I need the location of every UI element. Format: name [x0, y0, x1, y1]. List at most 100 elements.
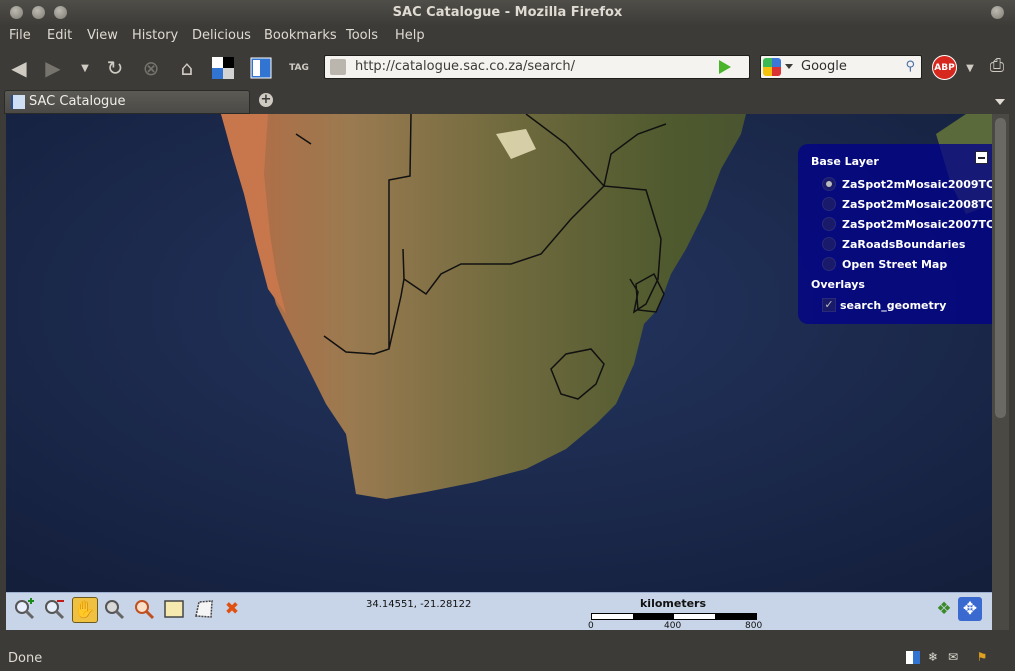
pan-hand-icon: ✋	[74, 600, 96, 620]
radio-button-icon[interactable]	[822, 197, 836, 211]
menu-view[interactable]: View	[87, 28, 118, 43]
search-box[interactable]: Google ⚲	[760, 55, 922, 79]
coordinate-readout: 34.14551, -21.28122	[366, 599, 472, 610]
home-button[interactable]: ⌂	[174, 55, 200, 81]
base-layer-option[interactable]: Open Street Map	[822, 255, 947, 273]
url-bar[interactable]: http://catalogue.sac.co.za/search/	[324, 55, 750, 79]
pan-button[interactable]: ✋	[72, 597, 98, 623]
radio-button-icon[interactable]	[822, 177, 836, 191]
menubar: File Edit View History Delicious Bookmar…	[0, 26, 1015, 48]
bookmarks-sidebar-button[interactable]	[248, 55, 274, 81]
engine-dropdown-icon[interactable]	[785, 64, 793, 69]
overlay-label: search_geometry	[840, 298, 947, 312]
base-layer-option[interactable]: ZaSpot2mMosaic2008TC	[822, 195, 992, 213]
scale-tick: 800	[745, 621, 763, 630]
chevron-down-icon: ▼	[966, 62, 974, 74]
stop-button[interactable]: ⊗	[138, 55, 164, 81]
status-bar: Done	[0, 646, 1015, 671]
window-titlebar: SAC Catalogue - Mozilla Firefox	[0, 0, 1015, 26]
zoom-in-button[interactable]	[12, 597, 36, 621]
tab-bar: SAC Catalogue +	[0, 88, 1015, 114]
back-button[interactable]: ◀	[6, 55, 32, 81]
tab-label: SAC Catalogue	[29, 94, 126, 109]
base-layer-option[interactable]: ZaRoadsBoundaries	[822, 235, 965, 253]
menu-delicious[interactable]: Delicious	[192, 28, 251, 43]
tab-sac-catalogue[interactable]: SAC Catalogue	[4, 90, 250, 114]
base-layer-option[interactable]: ZaSpot2mMosaic2009TC	[822, 175, 992, 193]
snowflake-icon[interactable]: ❄	[926, 651, 940, 664]
radio-button-icon[interactable]	[822, 217, 836, 231]
new-tab-button[interactable]: +	[259, 93, 273, 107]
delicious-button[interactable]	[210, 55, 236, 81]
menu-tools[interactable]: Tools	[346, 28, 378, 43]
zoom-previous-icon	[105, 600, 125, 620]
scale-bar: kilometers 0 400 800	[588, 597, 762, 630]
menu-bookmarks[interactable]: Bookmarks	[264, 28, 337, 43]
search-input[interactable]: Google	[801, 59, 847, 74]
site-identity-icon[interactable]	[330, 59, 346, 75]
abp-dropdown-button[interactable]: ▼	[960, 55, 980, 81]
scale-bar-graphic	[591, 613, 757, 620]
zoom-in-icon	[15, 598, 35, 620]
adblock-plus-icon[interactable]: ABP	[932, 55, 957, 80]
menu-help[interactable]: Help	[395, 28, 425, 43]
radio-button-icon[interactable]	[822, 237, 836, 251]
overlay-option[interactable]: ✓ search_geometry	[822, 296, 946, 314]
sac-flag-icon	[11, 95, 25, 109]
go-icon[interactable]	[719, 60, 731, 74]
zoom-next-icon	[135, 600, 155, 620]
base-layer-heading: Base Layer	[811, 155, 879, 168]
stop-icon: ⊗	[142, 56, 160, 80]
map-toolbar: ✋ ✖ 34.14551, -21.28122 kilometers 0 400…	[6, 592, 992, 630]
zoom-extent-icon: ❖	[936, 599, 952, 619]
tag-icon: TAG	[289, 63, 309, 73]
zoom-to-extent-button[interactable]: ❖	[932, 597, 956, 621]
url-input[interactable]: http://catalogue.sac.co.za/search/	[355, 59, 575, 74]
fullscreen-button[interactable]: ✥	[958, 597, 982, 621]
checkbox-icon[interactable]: ✓	[822, 298, 836, 312]
reload-icon: ↻	[106, 56, 124, 80]
tab-list-icon[interactable]	[995, 99, 1005, 105]
scale-tick: 0	[588, 621, 594, 630]
radio-button-icon[interactable]	[822, 257, 836, 271]
minimize-panel-button[interactable]	[975, 151, 988, 164]
delicious-status-icon[interactable]	[906, 651, 920, 664]
page-scrollbar[interactable]	[992, 114, 1009, 630]
search-icon[interactable]: ⚲	[905, 59, 915, 74]
tag-button[interactable]: TAG	[286, 55, 312, 81]
home-icon: ⌂	[180, 56, 194, 80]
menu-edit[interactable]: Edit	[47, 28, 72, 43]
delicious-icon	[212, 57, 234, 79]
clear-icon: ✖	[224, 599, 240, 619]
scrollbar-thumb[interactable]	[995, 118, 1006, 418]
layer-label: ZaSpot2mMosaic2007TC	[842, 217, 992, 231]
draw-box-button[interactable]	[162, 597, 186, 621]
layer-label: ZaSpot2mMosaic2008TC	[842, 197, 992, 211]
scale-unit: kilometers	[639, 597, 707, 610]
zoom-out-button[interactable]	[42, 597, 66, 621]
print-button[interactable]: ⎙	[984, 52, 1010, 78]
fullscreen-icon: ✥	[962, 599, 978, 619]
addon-status-icon[interactable]: ⚑	[975, 651, 989, 664]
draw-polygon-button[interactable]	[192, 597, 216, 621]
zoom-out-icon	[45, 600, 65, 620]
window-title: SAC Catalogue - Mozilla Firefox	[392, 5, 623, 20]
menu-history[interactable]: History	[132, 28, 178, 43]
overlays-heading: Overlays	[811, 278, 865, 291]
window-extra-button[interactable]	[991, 6, 1004, 19]
base-layer-option[interactable]: ZaSpot2mMosaic2007TC	[822, 215, 992, 233]
clear-button[interactable]: ✖	[220, 597, 244, 621]
printer-icon: ⎙	[989, 54, 1005, 76]
google-engine-icon[interactable]	[763, 58, 781, 76]
layer-switcher: Base Layer ZaSpot2mMosaic2009TC ZaSpot2m…	[798, 144, 992, 324]
layer-label: Open Street Map	[842, 257, 948, 271]
history-dropdown-button[interactable]: ▼	[74, 55, 96, 81]
reload-button[interactable]: ↻	[102, 55, 128, 81]
zoom-next-button[interactable]	[132, 597, 156, 621]
menu-file[interactable]: File	[9, 28, 31, 43]
page-content: Base Layer ZaSpot2mMosaic2009TC ZaSpot2m…	[6, 114, 992, 630]
forward-button[interactable]: ▶	[40, 55, 66, 81]
zoom-previous-button[interactable]	[102, 597, 126, 621]
mail-icon[interactable]: ✉	[946, 651, 960, 664]
back-arrow-icon: ◀	[11, 56, 27, 80]
